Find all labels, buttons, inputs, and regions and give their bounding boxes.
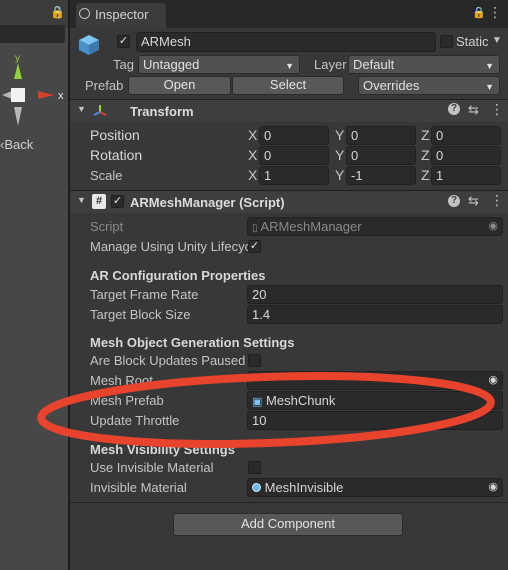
rotation-y-field[interactable]: 0 <box>346 146 416 165</box>
gizmo-neg-x-arrow[interactable] <box>2 91 12 99</box>
scale-z-label: Z <box>421 167 430 183</box>
chevron-down-icon[interactable]: ▼ <box>492 35 502 46</box>
script-file-icon: # <box>92 194 106 209</box>
static-label: Static <box>456 34 489 49</box>
script-file-icon: ▯ <box>252 223 258 234</box>
use-invisible-label: Use Invisible Material <box>90 460 214 475</box>
prefab-select-button[interactable]: Select <box>232 76 344 95</box>
help-icon[interactable]: ? <box>448 195 460 207</box>
static-checkbox[interactable] <box>440 35 453 48</box>
chevron-down-icon: ▼ <box>485 82 494 92</box>
frame-rate-field[interactable]: 20 <box>247 285 503 304</box>
scale-y-field[interactable]: -1 <box>346 166 416 185</box>
object-picker-icon[interactable]: ◉ <box>488 480 498 495</box>
scale-x-label: X <box>248 167 258 183</box>
block-size-label: Target Block Size <box>90 307 191 322</box>
prefab-label: Prefab <box>85 78 124 93</box>
component-divider <box>70 502 508 503</box>
rotation-label: Rotation <box>90 147 143 163</box>
material-sphere-icon <box>252 483 261 492</box>
object-picker-icon: ◉ <box>488 220 498 232</box>
gizmo-x-label: x <box>58 90 64 102</box>
ar-config-header: AR Configuration Properties <box>90 268 266 283</box>
scale-x-field[interactable]: 1 <box>259 166 329 185</box>
help-icon[interactable]: ? <box>448 103 460 115</box>
gizmo-neg-y-arrow[interactable] <box>14 107 22 126</box>
transform-icon <box>93 105 107 116</box>
gizmo-y-arrow[interactable] <box>14 63 22 79</box>
info-icon <box>79 8 90 19</box>
kebab-menu-icon[interactable]: ⋮ <box>490 192 504 209</box>
rotation-z-label: Z <box>421 147 430 163</box>
invisible-material-label: Invisible Material <box>90 480 187 495</box>
scene-orientation-gizmo[interactable]: y x <box>2 55 66 127</box>
add-component-button[interactable]: Add Component <box>173 513 403 536</box>
layer-dropdown[interactable]: Default ▼ <box>348 55 500 74</box>
object-active-checkbox[interactable]: ✓ <box>117 35 130 48</box>
gizmo-y-label: y <box>15 55 20 64</box>
position-x-label: X <box>248 127 258 143</box>
kebab-menu-icon[interactable]: ⋮ <box>490 101 504 118</box>
rotation-x-label: X <box>248 147 258 163</box>
script-value: ARMeshManager <box>260 219 362 234</box>
layer-value: Default <box>353 57 395 72</box>
gizmo-x-arrow[interactable] <box>38 91 54 99</box>
prefab-cube-icon <box>79 35 99 55</box>
frame-rate-label: Target Frame Rate <box>90 287 199 302</box>
presets-icon[interactable]: ⇆ <box>468 102 479 118</box>
armeshmanager-title: ARMeshManager (Script) <box>130 195 285 210</box>
block-paused-label: Are Block Updates Paused <box>90 353 246 368</box>
prefab-overrides-dropdown[interactable]: Overrides ▼ <box>358 76 500 95</box>
tag-dropdown[interactable]: Untagged ▼ <box>138 55 300 74</box>
script-field: ▯ ARMeshManager ◉ <box>247 217 503 236</box>
kebab-menu-icon[interactable]: ⋮ <box>488 4 502 21</box>
scale-z-field[interactable]: 1 <box>431 166 501 185</box>
scale-label: Scale <box>90 168 123 183</box>
block-paused-checkbox[interactable] <box>248 354 261 367</box>
position-z-label: Z <box>421 127 430 143</box>
mesh-gen-header: Mesh Object Generation Settings <box>90 335 295 350</box>
layer-label: Layer <box>314 57 347 72</box>
lock-icon[interactable]: 🔒 <box>472 6 486 19</box>
chevron-down-icon: ▼ <box>285 61 294 71</box>
foldout-arrow-icon[interactable]: ▼ <box>77 104 86 114</box>
prefab-open-button[interactable]: Open <box>128 76 231 95</box>
script-label: Script <box>90 219 124 234</box>
gizmo-center-cube[interactable] <box>11 88 25 102</box>
position-y-label: Y <box>335 127 345 143</box>
presets-icon[interactable]: ⇆ <box>468 193 479 209</box>
invisible-material-field[interactable]: MeshInvisible ◉ <box>247 478 503 497</box>
component-enabled-checkbox[interactable]: ✓ <box>111 195 124 208</box>
scale-y-label: Y <box>335 167 345 183</box>
position-z-field[interactable]: 0 <box>431 126 501 145</box>
tag-value: Untagged <box>143 57 200 72</box>
chevron-down-icon: ▼ <box>485 61 494 71</box>
overrides-value: Overrides <box>363 78 420 93</box>
annotation-ellipse <box>37 372 495 448</box>
position-label: Position <box>90 127 140 143</box>
transform-title: Transform <box>130 104 194 119</box>
rotation-x-field[interactable]: 0 <box>259 146 329 165</box>
foldout-arrow-icon[interactable]: ▼ <box>77 195 86 205</box>
invisible-material-value: MeshInvisible <box>264 480 344 495</box>
tab-inspector-label: Inspector <box>95 7 149 22</box>
tag-label: Tag <box>113 57 134 72</box>
manage-lifecycle-checkbox[interactable]: ✓ <box>248 240 261 253</box>
object-name-field[interactable]: ARMesh <box>136 32 436 52</box>
transform-header[interactable]: ▼ Transform ? ⇆ ⋮ <box>70 99 508 122</box>
position-x-field[interactable]: 0 <box>259 126 329 145</box>
back-view-label: ‹Back <box>0 137 34 152</box>
block-size-field[interactable]: 1.4 <box>247 305 503 324</box>
use-invisible-checkbox[interactable] <box>248 461 261 474</box>
kebab-menu-icon[interactable]: ⋮ <box>52 4 66 21</box>
scene-search-field[interactable] <box>0 25 65 43</box>
armeshmanager-header[interactable]: ▼ # ✓ ARMeshManager (Script) ? ⇆ ⋮ <box>70 190 508 213</box>
manage-lifecycle-label: Manage Using Unity Lifecyc <box>90 239 252 254</box>
rotation-y-label: Y <box>335 147 345 163</box>
rotation-z-field[interactable]: 0 <box>431 146 501 165</box>
position-y-field[interactable]: 0 <box>346 126 416 145</box>
